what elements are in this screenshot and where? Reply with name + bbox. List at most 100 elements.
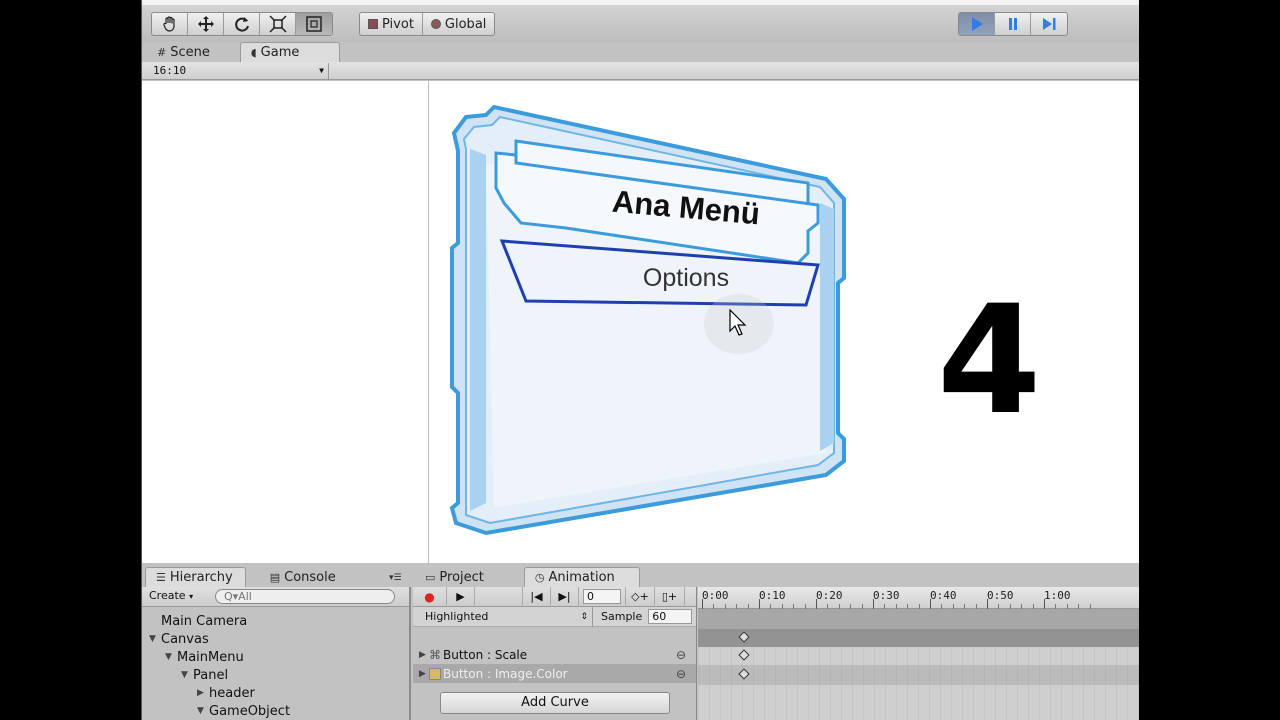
- next-key-button[interactable]: ▶|: [551, 586, 579, 607]
- pivot-icon: [368, 19, 378, 29]
- timeline-tick-label: 0:20: [816, 589, 843, 602]
- panel-menu-icon[interactable]: ▾☰: [389, 573, 402, 583]
- expand-arrow-icon[interactable]: ▶: [419, 669, 429, 679]
- keyframe[interactable]: [738, 668, 750, 680]
- tab-project[interactable]: ▭ Project: [415, 567, 524, 587]
- property-label: Button : Image.Color: [443, 666, 568, 681]
- clip-row: Highlighted ⇕ Sample 60: [413, 606, 696, 627]
- preview-play-button[interactable]: ▶: [447, 586, 475, 607]
- add-keyframe-icon: ◇+: [631, 590, 649, 603]
- pivot-toggle[interactable]: Pivot: [360, 13, 423, 35]
- hand-tool-button[interactable]: [152, 13, 188, 35]
- clip-value: Highlighted: [425, 609, 489, 623]
- tab-project-label: Project: [439, 569, 484, 585]
- timeline-tick: [759, 599, 760, 609]
- keyframe[interactable]: [738, 649, 750, 661]
- hierarchy-item[interactable]: ▼ MainMenu: [141, 648, 409, 666]
- list-icon: ☰: [156, 571, 166, 584]
- frame-input[interactable]: 0: [583, 589, 621, 604]
- play-icon: [971, 17, 983, 31]
- timeline-ruler[interactable]: 0:00 0:10 0:20 0:30 0:40 0:50 1:00: [698, 587, 1139, 609]
- tab-game-label: Game: [260, 45, 300, 60]
- play-icon: ▶: [456, 590, 465, 603]
- expand-arrow-icon[interactable]: ▼: [165, 652, 177, 662]
- tab-animation[interactable]: ◷ Animation: [523, 567, 640, 587]
- key-summary-row: [698, 629, 1139, 647]
- tab-console-label: Console: [284, 569, 336, 585]
- timeline-tick-label: 0:40: [930, 589, 957, 602]
- frame-value: 0: [587, 590, 594, 603]
- move-arrows-icon: [197, 16, 214, 32]
- add-keyframe-button[interactable]: ◇+: [625, 586, 655, 607]
- add-event-button[interactable]: ▯+: [655, 586, 685, 607]
- expand-arrow-icon[interactable]: ▼: [197, 706, 209, 716]
- hierarchy-item-label: Panel: [193, 667, 229, 683]
- play-button[interactable]: [959, 13, 995, 35]
- clip-dropdown[interactable]: Highlighted ⇕: [413, 606, 593, 627]
- move-tool-button[interactable]: [188, 13, 224, 35]
- timeline-tick-label: 0:50: [987, 589, 1014, 602]
- animation-property-list: ● ▶ |◀ ▶| 0 ◇+ ▯+ Highlighted ⇕ Sample 6…: [413, 586, 697, 720]
- create-dropdown[interactable]: Create ▾: [149, 589, 193, 602]
- pause-button[interactable]: [995, 13, 1031, 35]
- rotate-icon: [234, 17, 249, 32]
- expand-arrow-icon[interactable]: ▼: [149, 634, 161, 644]
- expand-arrow-icon[interactable]: ▼: [181, 670, 193, 680]
- timeline-tick: [1044, 599, 1045, 609]
- overlay-number: 4: [937, 274, 1042, 448]
- globe-icon: [430, 19, 441, 29]
- rotate-tool-button[interactable]: [224, 13, 260, 35]
- expand-arrow-icon[interactable]: ▶: [419, 650, 429, 660]
- viewport-divider: [428, 81, 429, 563]
- clock-icon: ◷: [534, 571, 545, 584]
- tab-console[interactable]: ▤ Console: [259, 567, 346, 587]
- add-curve-button[interactable]: Add Curve: [440, 692, 670, 714]
- pivot-label: Pivot: [382, 16, 414, 32]
- scale-tool-button[interactable]: [260, 13, 296, 35]
- scale-icon: [268, 15, 287, 33]
- hierarchy-panel: Create ▾ Q▾All Main Camera ▼ Canvas ▼ MainMe…: [141, 587, 411, 720]
- aspect-ratio-dropdown[interactable]: 16:10 ▼: [145, 63, 329, 79]
- animated-property-row[interactable]: ▶ ⌘ Button : Scale ⊖: [413, 645, 696, 664]
- timeline-tick: [816, 599, 817, 609]
- animated-property-row[interactable]: ▶ Button : Image.Color ⊖: [413, 664, 696, 683]
- pivot-global-group: Pivot Global: [359, 12, 496, 36]
- hierarchy-item[interactable]: ▼ GameObject: [141, 702, 409, 720]
- options-button[interactable]: [502, 241, 818, 305]
- hierarchy-item[interactable]: ▼ Canvas: [141, 630, 409, 648]
- tab-hierarchy[interactable]: ☰ Hierarchy: [145, 567, 246, 587]
- dropdown-caret-icon: ⇕: [580, 611, 588, 622]
- hierarchy-item[interactable]: Main Camera: [141, 612, 409, 630]
- unity-editor-window: Pivot Global # Scene ◖ Game 16:10 ▼ Ana …: [141, 0, 1139, 720]
- timeline-tick-label: 0:30: [873, 589, 900, 602]
- main-menu-panel: Ana Menü Options: [449, 104, 846, 536]
- property-label: Button : Scale: [443, 647, 528, 662]
- rect-tool-button[interactable]: [296, 13, 332, 35]
- hierarchy-item-label: MainMenu: [177, 649, 244, 665]
- tab-scene[interactable]: # Scene: [147, 42, 220, 62]
- hierarchy-item[interactable]: ▼ Panel: [141, 666, 409, 684]
- rect-transform-icon: [306, 16, 322, 32]
- sample-input[interactable]: 60: [648, 609, 693, 624]
- transform-tool-group: [151, 12, 333, 36]
- global-toggle[interactable]: Global: [423, 13, 494, 35]
- play-controls: [958, 12, 1068, 36]
- track-row: [698, 647, 1139, 666]
- collapse-arrow-icon[interactable]: ▶: [197, 688, 209, 698]
- prev-key-button[interactable]: |◀: [523, 586, 551, 607]
- dopesheet-timeline[interactable]: 0:00 0:10 0:20 0:30 0:40 0:50 1:00: [698, 587, 1139, 720]
- bottom-dock: ☰ Hierarchy ▤ Console ▾☰ ▭ Project ◷ Ani…: [141, 563, 1139, 720]
- hierarchy-item[interactable]: ▶ header: [141, 684, 409, 702]
- hierarchy-search-input[interactable]: Q▾All: [215, 589, 395, 604]
- hierarchy-toolbar: Create ▾ Q▾All: [141, 587, 409, 607]
- hierarchy-tree: Main Camera ▼ Canvas ▼ MainMenu ▼ Panel ▶ header…: [141, 612, 409, 720]
- global-label: Global: [444, 16, 487, 32]
- tab-animation-label: Animation: [548, 570, 615, 585]
- summary-keyframe[interactable]: [738, 631, 750, 643]
- record-button[interactable]: ●: [413, 586, 447, 607]
- tab-game[interactable]: ◖ Game: [239, 42, 341, 62]
- game-view[interactable]: Ana Menü Options 4: [141, 81, 1139, 563]
- step-button[interactable]: [1031, 13, 1067, 35]
- property-options-icon[interactable]: ⊖: [676, 648, 686, 662]
- property-options-icon[interactable]: ⊖: [676, 667, 686, 681]
